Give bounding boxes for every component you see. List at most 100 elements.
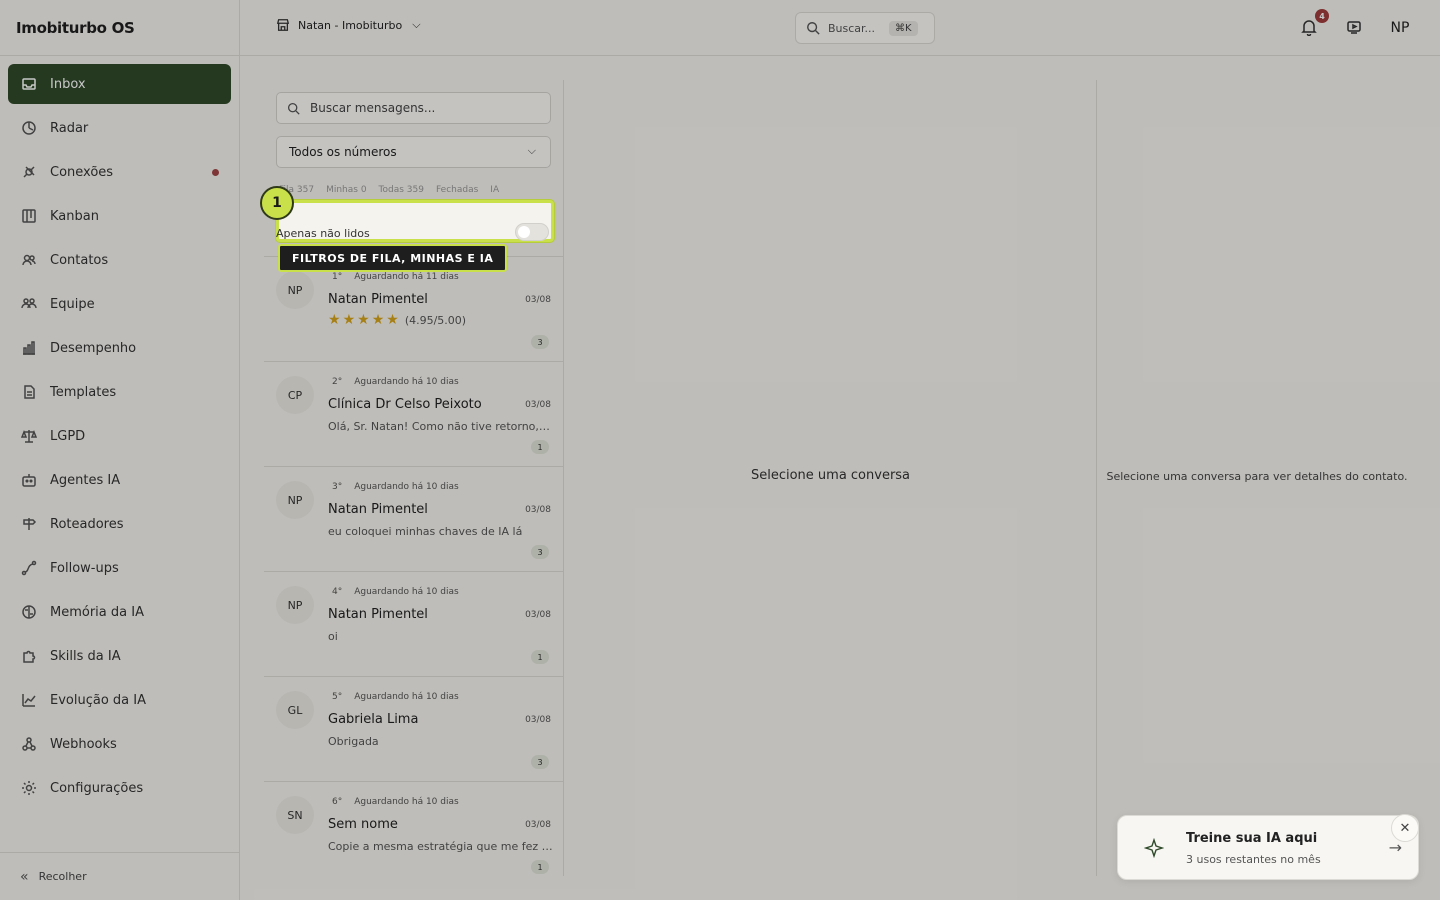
sidebar-nav: Inbox Radar Conexões Kanban Contatos Equipe De… (0, 56, 239, 820)
star-icon: ★ (342, 312, 356, 328)
star-icon: ★ (357, 312, 370, 328)
avatar: NP (276, 481, 314, 519)
global-search[interactable]: Buscar... ⌘K (795, 12, 935, 44)
sidebar-item-evolução-da-ia[interactable]: Evolução da IA (8, 680, 231, 720)
queue-position: 4° (332, 587, 343, 597)
avatar: CP (276, 376, 314, 414)
conversation-row[interactable]: NP 3° Aguardando há 10 dias Natan Pimentel 0… (264, 466, 563, 571)
message-date: 03/08 (525, 715, 551, 725)
collapse-label: Recolher (38, 870, 87, 883)
topbar: Natan - Imobiturbo ⌵ Buscar... ⌘K 4 NP (240, 0, 1440, 56)
tutorial-button[interactable] (1346, 19, 1362, 39)
route-icon (20, 559, 38, 577)
queue-position: 5° (332, 692, 343, 702)
sidebar-item-equipe[interactable]: Equipe (8, 284, 231, 324)
kanban-icon (20, 207, 38, 225)
sidebar-item-conexões[interactable]: Conexões (8, 152, 231, 192)
number-select[interactable]: Todos os números ⌵ (276, 136, 551, 168)
message-preview: Obrigada (328, 735, 379, 748)
star-icon: ★ (371, 312, 385, 328)
tour-highlight-filters: Fila 357 Minhas 0 Todas 359 Fechadas IA Apen… (276, 185, 554, 242)
avatar: NP (276, 586, 314, 624)
rating-value: (4.95/5.00) (404, 313, 467, 327)
contact-name: Natan Pimentel (328, 292, 428, 307)
sidebar-item-label: Conexões (50, 164, 114, 180)
number-select-value: Todos os números (289, 145, 397, 159)
workspace-switcher[interactable]: Natan - Imobiturbo ⌵ (276, 18, 421, 32)
chevron-down-icon: ⌵ (412, 18, 421, 31)
sidebar-item-lgpd[interactable]: LGPD (8, 416, 231, 456)
filter-tab[interactable]: IA (490, 185, 499, 195)
tour-step-label: FILTROS DE FILA, MINHAS E IA (278, 244, 508, 272)
filter-tab[interactable]: Fechadas (436, 185, 478, 195)
sidebar-item-roteadores[interactable]: Roteadores (8, 504, 231, 544)
sidebar-item-contatos[interactable]: Contatos (8, 240, 231, 280)
conversation-row[interactable]: CP 2° Aguardando há 10 dias Clínica Dr Cels… (264, 361, 563, 466)
contact-name: Natan Pimentel (328, 502, 428, 517)
sidebar-item-label: Kanban (50, 208, 99, 224)
sidebar-item-label: Follow-ups (50, 560, 119, 576)
search-shortcut: ⌘K (889, 20, 918, 36)
waiting-time: Aguardando há 10 dias (354, 377, 459, 387)
filter-tabs: Fila 357 Minhas 0 Todas 359 Fechadas IA (279, 185, 549, 195)
train-ai-toast[interactable]: Treine sua IA aqui 3 usos restantes no m… (1117, 815, 1419, 880)
sidebar-item-label: Configurações (50, 780, 144, 796)
unread-count-badge: 1 (531, 440, 549, 454)
sidebar-item-templates[interactable]: Templates (8, 372, 231, 412)
queue-meta: 3° Aguardando há 10 dias (332, 482, 459, 492)
message-date: 03/08 (525, 400, 551, 410)
brain-icon (20, 603, 38, 621)
bar-chart-icon (20, 339, 38, 357)
conversation-row[interactable]: GL 5° Aguardando há 10 dias Gabriela Lima 03… (264, 676, 563, 781)
rating: ★ ★ ★ ★ ★ (4.95/5.00) (328, 312, 466, 328)
sidebar-item-desempenho[interactable]: Desempenho (8, 328, 231, 368)
sidebar-item-label: Skills da IA (50, 648, 121, 664)
toast-title: Treine sua IA aqui (1186, 831, 1318, 846)
document-icon (20, 383, 38, 401)
sidebar-item-label: Inbox (50, 76, 86, 92)
queue-position: 1° (332, 272, 343, 282)
plug-icon (20, 163, 38, 181)
sidebar-item-configurações[interactable]: Configurações (8, 768, 231, 808)
queue-position: 3° (332, 482, 343, 492)
sidebar-item-follow-ups[interactable]: Follow-ups (8, 548, 231, 588)
waiting-time: Aguardando há 10 dias (354, 692, 459, 702)
team-icon (20, 295, 38, 313)
avatar: SN (276, 796, 314, 834)
filter-tab[interactable]: Minhas 0 (326, 185, 366, 195)
unread-count-badge: 3 (531, 335, 549, 349)
sidebar-item-webhooks[interactable]: Webhooks (8, 724, 231, 764)
sidebar-item-radar[interactable]: Radar (8, 108, 231, 148)
star-icon: ★ (328, 312, 341, 328)
queue-meta: 5° Aguardando há 10 dias (332, 692, 459, 702)
conversation-row[interactable]: SN 6° Aguardando há 10 dias Sem nome 03/08 Co… (264, 781, 563, 886)
sidebar-item-label: Equipe (50, 296, 95, 312)
toast-subtitle: 3 usos restantes no mês (1186, 853, 1321, 866)
sidebar-item-label: Contatos (50, 252, 109, 268)
unread-count-badge: 1 (531, 650, 549, 664)
unread-only-toggle[interactable] (515, 223, 549, 241)
sidebar-item-agentes-ia[interactable]: Agentes IA (8, 460, 231, 500)
sidebar-item-kanban[interactable]: Kanban (8, 196, 231, 236)
double-chevron-left-icon: « (20, 868, 29, 885)
unread-count-badge: 3 (531, 545, 549, 559)
puzzle-icon (20, 647, 38, 665)
filter-tab[interactable]: Todas 359 (379, 185, 424, 195)
radar-icon (20, 119, 38, 137)
sidebar-item-inbox[interactable]: Inbox (8, 64, 231, 104)
queue-meta: 4° Aguardando há 10 dias (332, 587, 459, 597)
empty-details-message: Selecione uma conversa para ver detalhes… (1106, 470, 1408, 483)
close-icon: ✕ (1399, 820, 1411, 836)
sidebar-item-label: Evolução da IA (50, 692, 146, 708)
user-avatar[interactable]: NP (1384, 12, 1416, 44)
collapse-sidebar-button[interactable]: « Recolher (0, 852, 240, 900)
contact-name: Natan Pimentel (328, 607, 428, 622)
sidebar-item-label: Radar (50, 120, 89, 136)
message-date: 03/08 (525, 295, 551, 305)
message-preview: oi (328, 630, 338, 643)
conversation-row[interactable]: NP 4° Aguardando há 10 dias Natan Pimentel 0… (264, 571, 563, 676)
sidebar-item-skills-da-ia[interactable]: Skills da IA (8, 636, 231, 676)
message-search-input[interactable]: Buscar mensagens... (276, 92, 551, 124)
sidebar-item-memória-da-ia[interactable]: Memória da IA (8, 592, 231, 632)
toast-close-button[interactable]: ✕ (1391, 814, 1419, 842)
